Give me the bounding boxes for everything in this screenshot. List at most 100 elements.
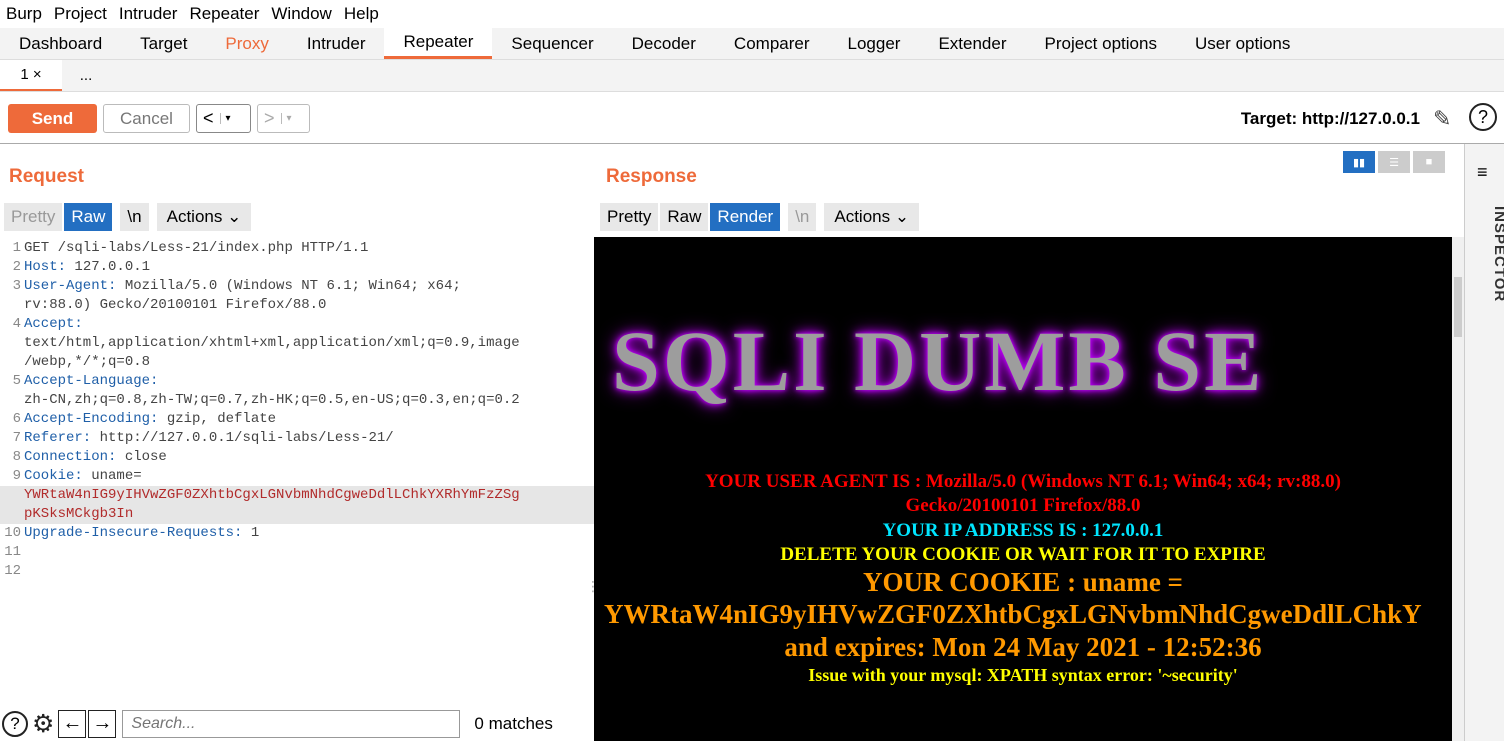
request-line[interactable]: 11 bbox=[0, 543, 594, 562]
header-name: Accept-Encoding: bbox=[24, 411, 159, 427]
request-panel: Request Pretty Raw \n Actions ⌄ 1 GET /sq… bbox=[0, 144, 600, 741]
help-icon[interactable]: ? bbox=[1469, 103, 1497, 131]
repeater-tab-1[interactable]: 1 × bbox=[0, 60, 62, 91]
stacked-layout-icon[interactable]: ☰ bbox=[1378, 151, 1410, 173]
request-newline-toggle[interactable]: \n bbox=[120, 203, 149, 231]
tab-dashboard[interactable]: Dashboard bbox=[0, 28, 121, 59]
line-number bbox=[0, 296, 24, 315]
tab-extender[interactable]: Extender bbox=[919, 28, 1025, 59]
response-raw-tab[interactable]: Raw bbox=[660, 203, 709, 231]
menu-window[interactable]: Window bbox=[265, 4, 337, 24]
request-line[interactable]: 3 User-Agent: Mozilla/5.0 (Windows NT 6.1… bbox=[0, 277, 594, 296]
send-button[interactable]: Send bbox=[8, 104, 97, 133]
tab-intruder[interactable]: Intruder bbox=[288, 28, 385, 59]
line-number: 11 bbox=[4, 544, 21, 560]
repeater-tab-more[interactable]: ... bbox=[62, 60, 110, 91]
request-line[interactable]: 10 Upgrade-Insecure-Requests: 1 bbox=[0, 524, 594, 543]
forward-dropdown-icon[interactable]: ▾ bbox=[280, 113, 297, 124]
line-number: 4 bbox=[12, 316, 21, 332]
request-line[interactable]: 7 Referer: http://127.0.0.1/sqli-labs/Les… bbox=[0, 429, 594, 448]
line-number bbox=[0, 486, 24, 505]
menu-project[interactable]: Project bbox=[48, 4, 113, 24]
response-title: Response bbox=[606, 166, 697, 187]
search-input[interactable] bbox=[122, 709, 461, 738]
scrollbar-thumb[interactable] bbox=[1454, 277, 1462, 337]
tab-proxy[interactable]: Proxy bbox=[206, 28, 287, 59]
next-match-arrow-icon[interactable]: → bbox=[88, 709, 117, 738]
header-name: Referer: bbox=[24, 430, 92, 446]
response-pretty-tab[interactable]: Pretty bbox=[600, 203, 659, 231]
request-line[interactable]: 4 Accept: bbox=[0, 315, 594, 334]
response-actions-menu[interactable]: Actions ⌄ bbox=[824, 203, 920, 231]
header-name: Accept-Language: bbox=[24, 373, 159, 389]
request-line[interactable]: 1 GET /sqli-labs/Less-21/index.php HTTP/1… bbox=[0, 239, 594, 258]
request-line[interactable]: 8 Connection: close bbox=[0, 448, 594, 467]
repeater-toolbar: Send Cancel < ▾ > ▾ Target: http://127.0… bbox=[0, 92, 1504, 144]
line-text: Upgrade-Insecure-Requests: 1 bbox=[24, 524, 594, 543]
response-panel: Response ▮▮ ☰ ■ Pretty Raw Render \n Act… bbox=[594, 144, 1464, 741]
history-back-button[interactable]: < ▾ bbox=[196, 104, 251, 133]
menu-burp[interactable]: Burp bbox=[0, 4, 48, 24]
cookie-payload: YWRtaW4nIG9yIHVwZGF0ZXhtbCgxLGNvbmNhdCgw… bbox=[24, 487, 520, 503]
tab-sequencer[interactable]: Sequencer bbox=[492, 28, 612, 59]
request-pretty-tab[interactable]: Pretty bbox=[4, 203, 63, 231]
menu-help[interactable]: Help bbox=[338, 4, 385, 24]
tab-repeater[interactable]: Repeater bbox=[384, 28, 493, 59]
request-line[interactable]: text/html,application/xhtml+xml,applicat… bbox=[0, 334, 594, 353]
tab-target[interactable]: Target bbox=[121, 28, 206, 59]
tab-logger[interactable]: Logger bbox=[829, 28, 920, 59]
response-newline-toggle[interactable]: \n bbox=[788, 203, 817, 231]
history-forward-button[interactable]: > ▾ bbox=[257, 104, 310, 133]
response-view-tabs: Pretty Raw Render \n Actions ⌄ bbox=[600, 203, 921, 231]
inspector-sidebar: ≡ INSPECTOR bbox=[1464, 144, 1504, 741]
edit-target-pencil-icon[interactable]: ✎ bbox=[1433, 106, 1451, 132]
tab-decoder[interactable]: Decoder bbox=[613, 28, 715, 59]
request-actions-menu[interactable]: Actions ⌄ bbox=[156, 203, 252, 231]
line-number: 12 bbox=[4, 563, 21, 579]
request-line[interactable]: /webp,*/*;q=0.8 bbox=[0, 353, 594, 372]
response-render-tab[interactable]: Render bbox=[710, 203, 781, 231]
side-by-side-layout-icon[interactable]: ▮▮ bbox=[1343, 151, 1375, 173]
request-line[interactable]: pKSksMCkgb3In bbox=[0, 505, 594, 524]
mysql-error-line: Issue with your mysql: XPATH syntax erro… bbox=[808, 665, 1238, 685]
request-line[interactable]: YWRtaW4nIG9yIHVwZGF0ZXhtbCgxLGNvbmNhdCgw… bbox=[0, 486, 594, 505]
inspector-menu-icon[interactable]: ≡ bbox=[1477, 162, 1488, 183]
tab-project-options[interactable]: Project options bbox=[1026, 28, 1176, 59]
header-value: 127.0.0.1 bbox=[66, 259, 151, 275]
request-line[interactable]: rv:88.0) Gecko/20100101 Firefox/88.0 bbox=[0, 296, 594, 315]
header-value: http://127.0.0.1/sqli-labs/Less-21/ bbox=[91, 430, 394, 446]
menu-intruder[interactable]: Intruder bbox=[113, 4, 184, 24]
tab-comparer[interactable]: Comparer bbox=[715, 28, 829, 59]
request-line[interactable]: 12 bbox=[0, 562, 594, 581]
delete-cookie-line: DELETE YOUR COOKIE OR WAIT FOR IT TO EXP… bbox=[780, 544, 1266, 565]
previous-match-arrow-icon[interactable]: ← bbox=[58, 709, 87, 738]
tab-user-options[interactable]: User options bbox=[1176, 28, 1309, 59]
inspector-tab[interactable]: INSPECTOR bbox=[1491, 206, 1504, 302]
search-help-icon[interactable]: ? bbox=[2, 710, 28, 737]
response-scrollbar[interactable] bbox=[1452, 237, 1464, 741]
menu-bar: Burp Project Intruder Repeater Window He… bbox=[0, 0, 1504, 28]
header-value: close bbox=[116, 449, 167, 465]
request-line[interactable]: 5 Accept-Language: bbox=[0, 372, 594, 391]
header-name: Upgrade-Insecure-Requests: bbox=[24, 525, 243, 541]
menu-repeater[interactable]: Repeater bbox=[183, 4, 265, 24]
cookie-payload: pKSksMCkgb3In bbox=[24, 506, 134, 522]
header-name: User-Agent: bbox=[24, 278, 117, 294]
request-raw-tab[interactable]: Raw bbox=[64, 203, 113, 231]
back-dropdown-icon[interactable]: ▾ bbox=[219, 113, 236, 124]
header-name: Accept: bbox=[24, 316, 83, 332]
single-pane-layout-icon[interactable]: ■ bbox=[1413, 151, 1445, 173]
request-line[interactable]: 9 Cookie: uname= bbox=[0, 467, 594, 486]
line-number: 9 bbox=[12, 468, 21, 484]
user-agent-line: YOUR USER AGENT IS : Mozilla/5.0 (Window… bbox=[705, 471, 1341, 492]
request-line[interactable]: zh-CN,zh;q=0.8,zh-TW;q=0.7,zh-HK;q=0.5,e… bbox=[0, 391, 594, 410]
repeater-subtabs: 1 × ... bbox=[0, 60, 1504, 92]
request-line[interactable]: 2 Host: 127.0.0.1 bbox=[0, 258, 594, 277]
cancel-button[interactable]: Cancel bbox=[103, 104, 190, 133]
line-number bbox=[0, 334, 24, 353]
request-editor[interactable]: 1 GET /sqli-labs/Less-21/index.php HTTP/1… bbox=[0, 239, 594, 581]
gear-icon[interactable]: ⚙ bbox=[32, 709, 54, 739]
header-name: Cookie: bbox=[24, 468, 83, 484]
request-line[interactable]: 6 Accept-Encoding: gzip, deflate bbox=[0, 410, 594, 429]
line-text bbox=[24, 562, 594, 581]
